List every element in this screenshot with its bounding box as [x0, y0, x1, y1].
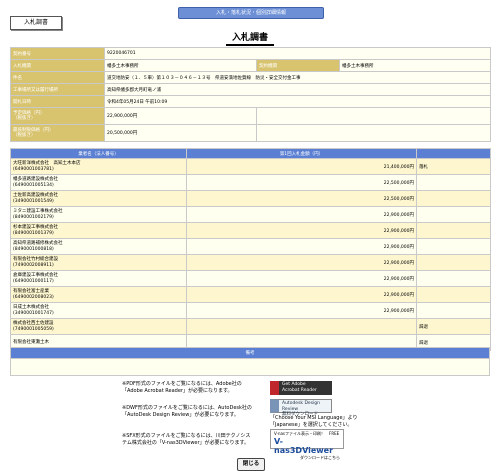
remarks-table: 備考: [10, 347, 490, 376]
bid-status-cell: [416, 286, 491, 303]
bid-status-cell: [416, 190, 491, 207]
remarks-header-row: 備考: [10, 347, 490, 359]
pdf-note: ※PDF形式のファイルをご覧になるには、Adobe社の 「Adobe Acrob…: [122, 381, 242, 394]
info-label: 開札日時: [10, 95, 105, 108]
vnas-badge-subcaption: ダウンロードはこちら: [300, 454, 340, 460]
bidder-name-cell: 倉庫建設工事株式会社 (6490001000117): [10, 270, 187, 287]
bid-status-cell: [416, 222, 491, 239]
info-value: 幡多土木事務所: [338, 59, 492, 72]
info-row-location: 工事場所又は履行場所 高知県幡多郡大月町竜ノ浦: [10, 83, 492, 96]
bid-amount-cell: 21,400,000円: [186, 158, 417, 175]
info-value: 9220046701: [103, 47, 492, 60]
bidder-name-cell: 大旺新洋株式会社 高知土木本店 (6490001003781): [10, 158, 187, 175]
bid-status-cell: [416, 270, 491, 287]
info-value: 令和4年05月24日 午前10:09: [103, 95, 492, 108]
bid-amount-cell: 22,900,000円: [186, 254, 417, 271]
info-value: 高知県幡多郡大月町竜ノ浦: [103, 83, 492, 96]
vnas-badge-caption: V-nasファイル表示・印刷！ FREE: [274, 431, 340, 436]
remarks-header: 備考: [10, 347, 490, 359]
vnas-viewer-download-button[interactable]: V-nasファイル表示・印刷！ FREE V-nas3DViewer ダウンロー…: [270, 429, 344, 460]
bidder-name-cell: 土佐新高建設株式会社 (3490001001549): [10, 190, 187, 207]
info-empty-cell: [255, 107, 492, 125]
info-label: 工事場所又は履行場所: [10, 83, 105, 96]
remarks-content-row: [10, 358, 490, 376]
sfx-note: ※SFX形式のファイルをご覧になるには、川田テクノシス テム株式会社の「V-na…: [122, 433, 251, 446]
table-row: 幡多道路建設株式会社 (6490001005134) 22,500,000円: [10, 174, 491, 191]
info-label: 最低制限価格（円） （税抜き）: [10, 124, 105, 142]
bidder-name-cell: 株式会社西土佐建設 (7490001005059): [10, 318, 187, 335]
bid-results-table: 業者名（法人番号） 第1回入札金額（円） 大旺新洋株式会社 高知土木本店 (64…: [10, 148, 491, 351]
bid-amount-cell: 22,900,000円: [186, 238, 417, 255]
column-header-amount: 第1回入札金額（円）: [186, 148, 417, 159]
close-button[interactable]: 閉じる: [237, 458, 265, 471]
info-value: 20,500,000円: [104, 124, 257, 142]
bid-amount-cell: 22,900,000円: [186, 206, 417, 223]
info-row-subject: 件名 道交地防安（１．５車）第１０３－０４６－１３号 県道安満地佐賀線 防災・安…: [10, 71, 492, 84]
table-row: 大旺新洋株式会社 高知土木本店 (6490001003781) 21,400,00…: [10, 158, 491, 175]
table-row: ミタニ建設工事株式会社 (8490001002179) 22,900,000円: [10, 206, 491, 223]
info-label: 契約番号: [10, 47, 105, 60]
table-row: 有限会社竹村総合建設 (7490002008911) 22,900,000円: [10, 254, 491, 271]
info-label: 契約機関: [256, 59, 340, 72]
table-row: 杉本建設工事株式会社 (8490001001379) 22,900,000円: [10, 222, 491, 239]
bidder-name-cell: 杉本建設工事株式会社 (8490001001379): [10, 222, 187, 239]
info-label: 入札機関: [10, 59, 105, 72]
bidder-name-cell: 幡多道路建設株式会社 (6490001005134): [10, 174, 187, 191]
autodesk-download-button[interactable]: Autodesk Design Review 無料ダウンロード: [270, 399, 332, 417]
info-label: 件名: [10, 71, 105, 84]
info-value: 道交地防安（１．５車）第１０３－０４６－１３号 県道安満地佐賀線 防災・安全交付…: [103, 71, 492, 84]
bid-amount-cell: 22,900,000円: [186, 270, 417, 287]
table-row: 高知県道路補修株式会社 (8490001000818) 22,900,000円: [10, 238, 491, 255]
info-row-contract-number: 契約番号 9220046701: [10, 47, 492, 60]
bid-status-cell: 辞退: [416, 318, 491, 335]
column-header-bidder: 業者名（法人番号）: [10, 148, 187, 159]
bid-status-cell: [416, 206, 491, 223]
table-row: 倉庫建設工事株式会社 (6490001000117) 22,900,000円: [10, 270, 491, 287]
info-value: 幡多土木事務所: [104, 59, 257, 72]
document-type-tag: 入札調書: [10, 16, 62, 30]
column-header-status: [416, 148, 491, 159]
vnas-badge-title: V-nas3DViewer: [274, 436, 334, 455]
dwf-language-note: 「Choose Your MSI Language」より 「Japanese」を…: [270, 415, 358, 428]
bid-amount-cell: 22,900,000円: [186, 286, 417, 303]
bid-status-cell: [416, 254, 491, 271]
remarks-content: [10, 358, 490, 376]
bidder-name-cell: 有限会社竹村総合建設 (7490002008911): [10, 254, 187, 271]
info-label: 予定価格（円） （税抜き）: [10, 107, 105, 125]
page-title: 入札調書: [226, 30, 274, 46]
info-value: 22,900,000円: [104, 107, 257, 125]
bid-amount-cell: [186, 318, 417, 335]
bidder-name-cell: ミタニ建設工事株式会社 (8490001002179): [10, 206, 187, 223]
dwf-note: ※DWF形式のファイルをご覧になるには、AutoDesk社の 「AutoDesk…: [122, 405, 252, 418]
contract-info-table: 契約番号 9220046701 入札機関 幡多土木事務所 契約機関 幡多土木事務…: [10, 47, 492, 142]
table-row: 有限会社富士産業 (6490002008023) 22,900,000円: [10, 286, 491, 303]
get-adobe-reader-button[interactable]: Get Adobe Acrobat Reader: [270, 381, 332, 395]
info-row-agency: 入札機関 幡多土木事務所 契約機関 幡多土木事務所: [10, 59, 492, 72]
info-row-minimum-price: 最低制限価格（円） （税抜き） 20,500,000円: [10, 124, 492, 142]
table-row: 株式会社西土佐建設 (7490001005059) 辞退: [10, 318, 491, 335]
page-header-bar: 入札・落札状況・個別詳細情報: [178, 7, 324, 19]
bid-amount-cell: 22,500,000円: [186, 174, 417, 191]
info-empty-cell: [255, 124, 492, 142]
bid-status-cell: [416, 174, 491, 191]
results-header-row: 業者名（法人番号） 第1回入札金額（円）: [10, 148, 491, 159]
bid-status-cell: 落札: [416, 158, 491, 175]
bidder-name-cell: 日成土木株式会社 (3490001001747): [10, 302, 187, 319]
bid-amount-cell: 22,500,000円: [186, 190, 417, 207]
bid-status-cell: [416, 238, 491, 255]
bidder-name-cell: 高知県道路補修株式会社 (8490001000818): [10, 238, 187, 255]
bid-amount-cell: 22,900,000円: [186, 222, 417, 239]
bidder-name-cell: 有限会社富士産業 (6490002008023): [10, 286, 187, 303]
bid-status-cell: [416, 302, 491, 319]
table-row: 土佐新高建設株式会社 (3490001001549) 22,500,000円: [10, 190, 491, 207]
info-row-planned-price: 予定価格（円） （税抜き） 22,900,000円: [10, 107, 492, 125]
table-row: 日成土木株式会社 (3490001001747) 22,900,000円: [10, 302, 491, 319]
bid-amount-cell: 22,900,000円: [186, 302, 417, 319]
info-row-opening-date: 開札日時 令和4年05月24日 午前10:09: [10, 95, 492, 108]
